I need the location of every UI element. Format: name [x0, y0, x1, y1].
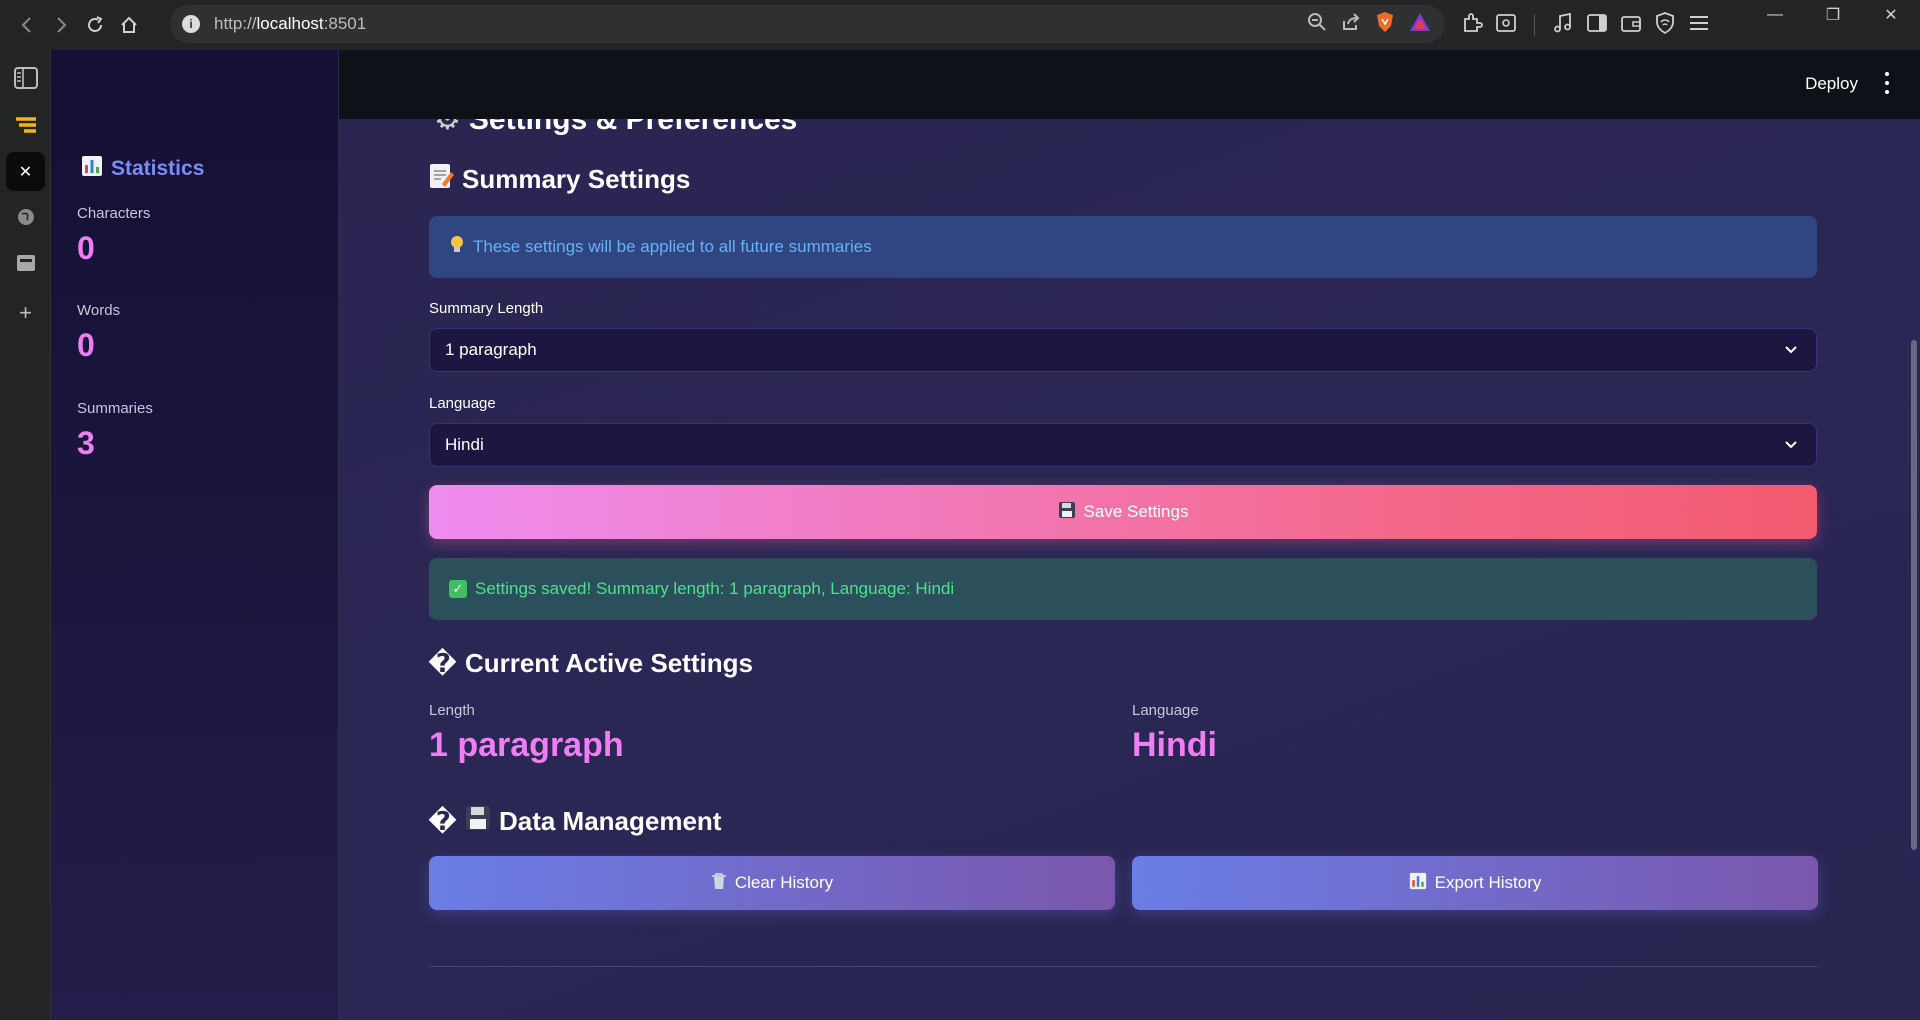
check-icon: ✓: [449, 580, 467, 598]
app-header: Deploy: [339, 50, 1920, 119]
reading-list-icon[interactable]: [6, 58, 45, 97]
bar-chart-icon: [81, 155, 103, 183]
language-label: Language: [429, 395, 496, 412]
language-select[interactable]: Hindi: [429, 423, 1817, 467]
scrollbar[interactable]: [1911, 340, 1917, 850]
toolbar-divider: [1534, 14, 1535, 36]
lightbulb-icon: [449, 235, 465, 260]
clear-history-button[interactable]: Clear History: [429, 856, 1115, 910]
share-icon[interactable]: [1341, 12, 1361, 37]
floppy-disk-icon: [1058, 501, 1076, 524]
add-panel-icon[interactable]: +: [6, 293, 45, 332]
close-panel-icon[interactable]: ✕: [6, 152, 45, 191]
vpn-icon[interactable]: [1653, 11, 1677, 40]
stat-value-characters: 0: [77, 230, 95, 266]
stat-label-summaries: Summaries: [77, 400, 153, 417]
stat-label-words: Words: [77, 302, 121, 319]
zoom-icon[interactable]: [1307, 12, 1327, 37]
streamlit-icon[interactable]: [6, 106, 45, 145]
menu-icon[interactable]: [1687, 11, 1711, 40]
browser-side-panel: ✕ +: [0, 50, 51, 1020]
summary-length-label: Summary Length: [429, 300, 544, 317]
extensions-icon[interactable]: [1460, 11, 1484, 40]
chevron-down-icon: [1785, 441, 1797, 449]
page-search-icon[interactable]: [1494, 11, 1518, 40]
window-controls: — ❐ ✕: [1746, 0, 1920, 30]
address-bar[interactable]: i http://localhost:8501: [170, 5, 1445, 43]
bar-chart-icon: [1409, 872, 1427, 895]
brave-shield-icon[interactable]: [1375, 11, 1395, 38]
browser-toolbar: i http://localhost:8501 — ❐ ✕: [0, 0, 1920, 50]
sidebar-toggle-icon[interactable]: [1585, 11, 1609, 40]
news-icon[interactable]: [6, 243, 45, 282]
broken-glyph: �: [428, 648, 457, 678]
chevron-down-icon: [1785, 346, 1797, 354]
stat-value-summaries: 3: [77, 425, 95, 461]
restore-icon[interactable]: ❐: [1804, 0, 1862, 30]
site-info-icon[interactable]: i: [182, 15, 200, 33]
main-content: Deploy ⚙ Settings & Preferences Summary S…: [339, 50, 1920, 1020]
home-icon[interactable]: [112, 8, 146, 42]
brave-rewards-icon[interactable]: [1409, 12, 1431, 37]
close-window-icon[interactable]: ✕: [1862, 0, 1920, 30]
extension-icons: [1460, 8, 1711, 42]
summary-length-select[interactable]: 1 paragraph: [429, 328, 1817, 372]
stat-value-words: 0: [77, 327, 95, 363]
back-icon[interactable]: [10, 8, 44, 42]
minimize-icon[interactable]: —: [1746, 0, 1804, 30]
globe-icon[interactable]: [6, 197, 45, 236]
reload-icon[interactable]: [78, 8, 112, 42]
more-options-icon[interactable]: [1884, 72, 1890, 94]
statistics-title: Statistics: [81, 155, 204, 183]
floppy-disk-icon: [465, 805, 491, 838]
current-length-value: 1 paragraph: [429, 726, 624, 764]
divider: [429, 966, 1817, 967]
data-management-heading: � Data Management: [428, 805, 722, 838]
info-alert: These settings will be applied to all fu…: [429, 216, 1817, 278]
current-language-label: Language: [1132, 702, 1199, 719]
broken-glyph: �: [428, 806, 457, 836]
current-length-label: Length: [429, 702, 475, 719]
trash-icon: [711, 872, 727, 895]
save-settings-button[interactable]: Save Settings: [429, 485, 1817, 539]
memo-icon: [428, 162, 454, 197]
summary-settings-heading: Summary Settings: [428, 162, 690, 197]
music-icon[interactable]: [1551, 11, 1575, 40]
current-language-value: Hindi: [1132, 726, 1217, 764]
deploy-button[interactable]: Deploy: [1805, 74, 1858, 94]
current-settings-heading: � Current Active Settings: [428, 648, 753, 678]
forward-icon[interactable]: [44, 8, 78, 42]
export-history-button[interactable]: Export History: [1132, 856, 1818, 910]
url-text: http://localhost:8501: [214, 14, 367, 33]
stat-label-characters: Characters: [77, 205, 151, 222]
app-sidebar: Statistics Characters 0 Words 0 Summarie…: [51, 50, 339, 1020]
success-alert: ✓ Settings saved! Summary length: 1 para…: [429, 558, 1817, 620]
wallet-icon[interactable]: [1619, 11, 1643, 40]
